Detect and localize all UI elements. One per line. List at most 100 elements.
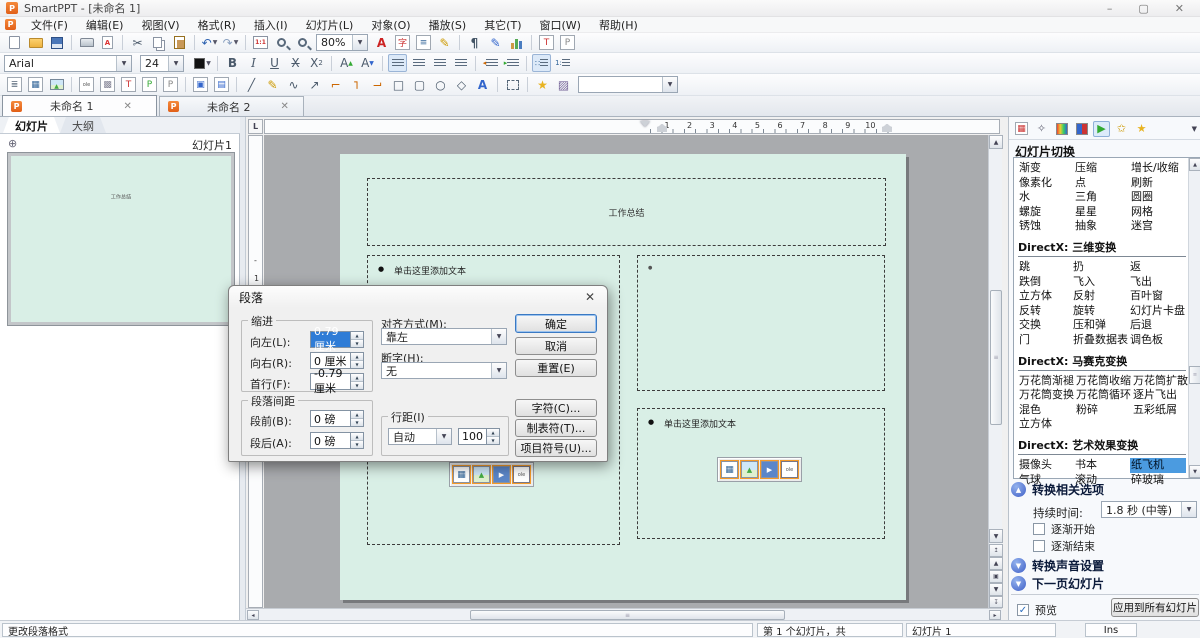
transition-effect-item[interactable]: 水: [1018, 190, 1074, 205]
transition-effect-item[interactable]: 万花筒变换: [1018, 388, 1075, 403]
transition-effect-item[interactable]: 万花筒扩散: [1132, 374, 1189, 389]
title-placeholder[interactable]: 工作总结: [367, 178, 886, 246]
presentation-object-icon[interactable]: P: [558, 34, 577, 52]
connector-elbow-icon[interactable]: [348, 75, 366, 94]
tab-slides[interactable]: 幻灯片: [3, 117, 60, 133]
favorites-icon[interactable]: [533, 76, 552, 94]
insert-ppt-icon[interactable]: P: [140, 76, 159, 94]
scroll-down-icon[interactable]: ▼: [989, 529, 1003, 543]
scroll-down-icon[interactable]: ▼: [1189, 465, 1200, 478]
print-icon[interactable]: [77, 34, 96, 52]
transition-effect-item[interactable]: 调色板: [1129, 333, 1186, 348]
transition-effect-item[interactable]: 门: [1018, 333, 1072, 348]
horizontal-ruler[interactable]: 12345678910: [264, 119, 1000, 134]
insert-chart-icon[interactable]: [98, 76, 117, 94]
align-right-icon[interactable]: [430, 54, 449, 72]
menu-item[interactable]: 帮助(H): [590, 17, 647, 33]
freehand-tool-icon[interactable]: [263, 76, 282, 94]
transition-effect-item[interactable]: 压和弹: [1072, 318, 1129, 333]
transition-effect-item[interactable]: 立方体: [1018, 289, 1072, 304]
tabs-button[interactable]: 制表符(T)...: [515, 419, 597, 437]
scrollbar-thumb[interactable]: ≡: [470, 610, 785, 620]
increase-indent-icon[interactable]: ▸: [502, 54, 521, 72]
transition-effect-item[interactable]: 跌倒: [1018, 275, 1072, 290]
transition-effect-item[interactable]: 粉碎: [1075, 403, 1132, 418]
next-slide-icon[interactable]: ▼: [989, 583, 1003, 596]
show-marks-icon[interactable]: [465, 34, 484, 52]
align-justify-icon[interactable]: [451, 54, 470, 72]
panel-color-scheme-icon[interactable]: [1053, 121, 1070, 137]
polygon-tool-icon[interactable]: [452, 76, 471, 94]
gradual-start-option[interactable]: 逐渐开始: [1033, 521, 1095, 537]
panel-menu-icon[interactable]: ▼: [1192, 125, 1197, 133]
font-size-combo[interactable]: 24▼: [140, 55, 184, 72]
insert-media-icon[interactable]: ▶: [493, 466, 510, 483]
wordart-icon[interactable]: A: [473, 76, 492, 94]
scroll-up-icon[interactable]: ▲: [989, 135, 1003, 149]
ruler-corner-button[interactable]: L: [248, 119, 263, 134]
spinner[interactable]: ▲▼: [351, 331, 364, 348]
panel-effect-icon[interactable]: [1033, 121, 1050, 137]
duration-combo[interactable]: 1.8 秒 (中等)▼: [1101, 501, 1197, 518]
transition-effects-listbox[interactable]: 渐变压缩增长/收缩像素化点刷新水三角圆圈螺旋星星网格锈蚀抽象迷宫DirectX:…: [1013, 157, 1200, 479]
menu-item[interactable]: 幻灯片(L): [297, 17, 363, 33]
panel-template-icon[interactable]: [1113, 121, 1130, 137]
panel-favorites-icon[interactable]: [1133, 121, 1150, 137]
doc-tab-1[interactable]: P 未命名 1 ✕: [2, 95, 157, 116]
transition-effect-item[interactable]: 幻灯片卡盘: [1129, 304, 1186, 319]
insert-ole-icon[interactable]: ole: [513, 466, 530, 483]
transition-effect-item[interactable]: 摄像头: [1018, 458, 1074, 473]
align-left-icon[interactable]: [388, 54, 407, 72]
chart-icon[interactable]: [507, 34, 526, 52]
minimize-button[interactable]: –: [1107, 2, 1113, 15]
format-painter-icon[interactable]: [435, 34, 454, 52]
horizontal-scrollbar[interactable]: ◂ ≡ ▸: [246, 608, 1002, 620]
dialog-close-icon[interactable]: ✕: [581, 289, 599, 305]
superscript-icon[interactable]: X2: [307, 54, 326, 72]
maximize-button[interactable]: ▢: [1138, 2, 1148, 15]
expand-icon[interactable]: ▼: [1011, 576, 1026, 591]
doc-tab-close-icon[interactable]: ✕: [124, 101, 132, 112]
menu-item[interactable]: 格式(R): [189, 17, 245, 33]
vertical-scrollbar[interactable]: ▲ ≡ ▼ ↥ ▲ ▣ ▼ ↧: [988, 135, 1002, 608]
transition-effect-item[interactable]: 增长/收缩: [1130, 161, 1186, 176]
spinner[interactable]: ▲▼: [351, 373, 364, 390]
spellcheck-icon[interactable]: [486, 34, 505, 52]
paste-icon[interactable]: [170, 34, 189, 52]
cut-icon[interactable]: [128, 34, 147, 52]
space-after-field[interactable]: 0 磅 ▲▼: [310, 432, 364, 449]
scrollbar-thumb[interactable]: ≡: [1189, 366, 1200, 384]
text-object-icon[interactable]: T: [537, 34, 556, 52]
transition-effect-item[interactable]: 跳: [1018, 260, 1072, 275]
line-spacing-value-field[interactable]: 100 ▲▼: [458, 428, 500, 445]
transition-effect-item[interactable]: 刷新: [1130, 176, 1186, 191]
scroll-left-icon[interactable]: ◂: [247, 610, 259, 620]
font-name-combo[interactable]: Arial▼: [4, 55, 132, 72]
slide-layout-icon[interactable]: ▤: [212, 76, 231, 94]
content-placeholder-right-top[interactable]: ●: [637, 255, 885, 391]
checkbox-icon[interactable]: [1033, 540, 1045, 552]
doc-tab-close-icon[interactable]: ✕: [281, 101, 289, 112]
toolbox-icon[interactable]: [554, 76, 573, 94]
rounded-rect-tool-icon[interactable]: [410, 76, 429, 94]
transition-effect-item[interactable]: 折叠数据表: [1072, 333, 1129, 348]
strikethrough-icon[interactable]: X: [286, 54, 305, 72]
transition-effect-item[interactable]: 点: [1074, 176, 1130, 191]
transition-effect-item[interactable]: 立方体: [1018, 417, 1075, 432]
menu-item[interactable]: 播放(S): [420, 17, 476, 33]
last-slide-icon[interactable]: ↧: [989, 596, 1003, 608]
transition-effect-item[interactable]: 反转: [1018, 304, 1072, 319]
bullets-button[interactable]: 项目符号(U)...: [515, 439, 597, 457]
gradual-end-option[interactable]: 逐渐结束: [1033, 538, 1095, 554]
transition-effect-item[interactable]: 反射: [1072, 289, 1129, 304]
checkbox-icon[interactable]: [1033, 523, 1045, 535]
shrink-font-icon[interactable]: A▼: [358, 54, 377, 72]
checkbox-checked-icon[interactable]: ✓: [1017, 604, 1029, 616]
transition-effect-item[interactable]: 书本: [1074, 458, 1130, 473]
spinner[interactable]: ▲▼: [351, 352, 364, 369]
transition-effect-item[interactable]: 交换: [1018, 318, 1072, 333]
insert-picture-icon[interactable]: ▲: [473, 466, 490, 483]
dialog-title-bar[interactable]: 段落 ✕: [229, 286, 607, 308]
decrease-indent-icon[interactable]: ◂: [481, 54, 500, 72]
insert-table-icon[interactable]: [453, 466, 470, 483]
